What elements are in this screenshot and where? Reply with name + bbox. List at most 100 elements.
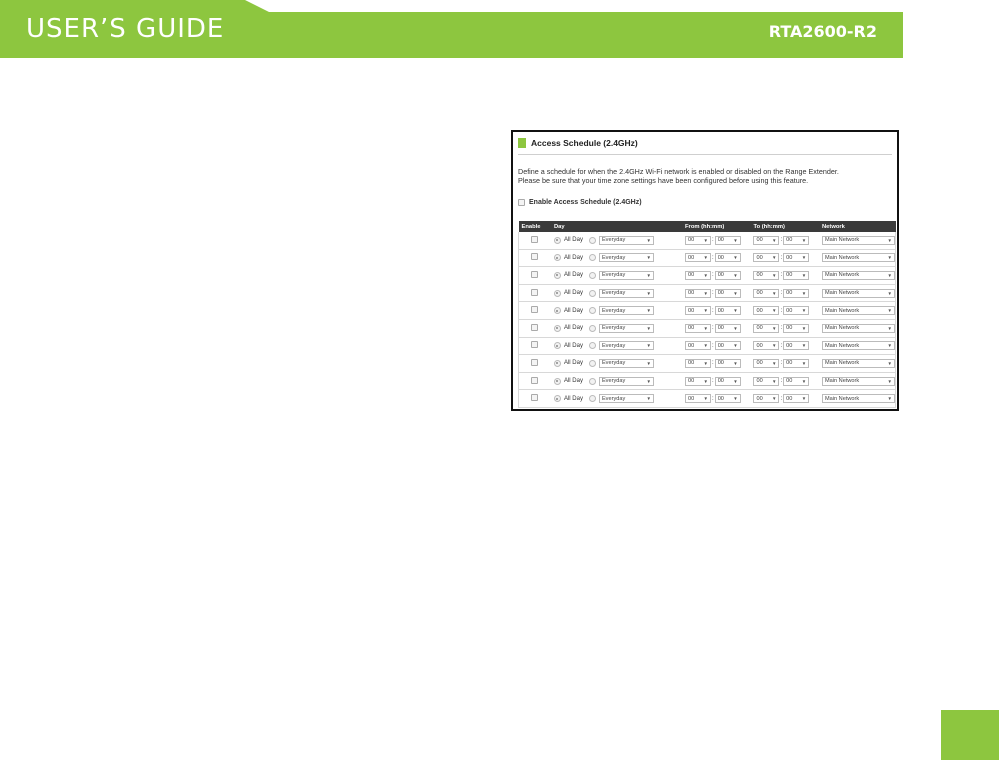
day-radio[interactable] (588, 324, 596, 332)
to-minute-select[interactable]: 00 ▼ (783, 341, 810, 351)
row-enable-checkbox[interactable] (531, 323, 539, 331)
allday-radio[interactable] (553, 307, 561, 315)
from-hour-select[interactable]: 00 ▼ (685, 288, 712, 298)
allday-radio[interactable] (553, 254, 561, 262)
to-minute-select[interactable]: 00 ▼ (783, 394, 810, 404)
allday-radio[interactable] (553, 395, 561, 403)
from-hour-select[interactable]: 00 ▼ (685, 235, 712, 245)
day-radio[interactable] (588, 236, 596, 244)
to-hour-value: 00 (756, 325, 763, 332)
day-select[interactable]: Everyday ▼ (598, 376, 654, 386)
network-select[interactable]: Main Network ▼ (822, 394, 895, 404)
network-select[interactable]: Main Network ▼ (822, 358, 895, 368)
network-select[interactable]: Main Network ▼ (822, 341, 895, 351)
to-minute-select[interactable]: 00 ▼ (783, 288, 810, 298)
from-minute-select[interactable]: 00 ▼ (714, 394, 741, 404)
to-minute-select[interactable]: 00 ▼ (783, 235, 810, 245)
row-enable-checkbox[interactable] (531, 376, 539, 384)
from-minute-select[interactable]: 00 ▼ (714, 358, 741, 368)
network-select[interactable]: Main Network ▼ (822, 376, 895, 386)
enable-schedule-checkbox[interactable] (518, 199, 525, 206)
day-radio[interactable] (588, 307, 596, 315)
to-hour-select[interactable]: 00 ▼ (753, 394, 780, 404)
row-enable-checkbox[interactable] (531, 341, 539, 349)
network-select[interactable]: Main Network ▼ (822, 306, 895, 316)
from-minute-select[interactable]: 00 ▼ (714, 323, 741, 333)
day-radio[interactable] (588, 359, 596, 367)
day-select[interactable]: Everyday ▼ (598, 323, 654, 333)
day-select[interactable]: Everyday ▼ (598, 270, 654, 280)
to-hour-select[interactable]: 00 ▼ (753, 253, 780, 263)
to-minute-value: 00 (786, 325, 793, 332)
to-minute-select[interactable]: 00 ▼ (783, 323, 810, 333)
network-select[interactable]: Main Network ▼ (822, 270, 895, 280)
network-select[interactable]: Main Network ▼ (822, 253, 895, 263)
day-cell: All Day Everyday ▼ (550, 319, 683, 338)
allday-radio[interactable] (553, 359, 561, 367)
allday-radio[interactable] (553, 271, 561, 279)
from-hour-select[interactable]: 00 ▼ (685, 306, 712, 316)
from-minute-select[interactable]: 00 ▼ (714, 253, 741, 263)
from-hour-select[interactable]: 00 ▼ (685, 394, 712, 404)
to-hour-select[interactable]: 00 ▼ (753, 323, 780, 333)
from-hour-select[interactable]: 00 ▼ (685, 341, 712, 351)
from-hour-select[interactable]: 00 ▼ (685, 323, 712, 333)
allday-radio[interactable] (553, 236, 561, 244)
allday-radio[interactable] (553, 377, 561, 385)
day-select[interactable]: Everyday ▼ (598, 288, 654, 298)
to-minute-select[interactable]: 00 ▼ (783, 253, 810, 263)
to-minute-select[interactable]: 00 ▼ (783, 306, 810, 316)
to-hour-select[interactable]: 00 ▼ (753, 341, 780, 351)
day-radio[interactable] (588, 377, 596, 385)
enable-cell (517, 284, 551, 303)
day-select[interactable]: Everyday ▼ (598, 235, 654, 245)
to-hour-select[interactable]: 00 ▼ (753, 235, 780, 245)
day-radio[interactable] (588, 342, 596, 350)
day-select[interactable]: Everyday ▼ (598, 306, 654, 316)
from-minute-select[interactable]: 00 ▼ (714, 341, 741, 351)
from-minute-select[interactable]: 00 ▼ (714, 235, 741, 245)
day-select[interactable]: Everyday ▼ (598, 358, 654, 368)
from-hour-select[interactable]: 00 ▼ (685, 358, 712, 368)
to-hour-select[interactable]: 00 ▼ (753, 288, 780, 298)
day-select[interactable]: Everyday ▼ (598, 394, 654, 404)
from-minute-select[interactable]: 00 ▼ (714, 288, 741, 298)
to-hour-select[interactable]: 00 ▼ (753, 358, 780, 368)
from-hour-select[interactable]: 00 ▼ (685, 253, 712, 263)
allday-radio[interactable] (553, 342, 561, 350)
from-hour-select[interactable]: 00 ▼ (685, 270, 712, 280)
from-hour-select[interactable]: 00 ▼ (685, 376, 712, 386)
row-enable-checkbox[interactable] (531, 235, 539, 243)
network-cell: Main Network ▼ (819, 232, 896, 250)
allday-radio[interactable] (553, 324, 561, 332)
allday-radio[interactable] (553, 289, 561, 297)
network-select[interactable]: Main Network ▼ (822, 323, 895, 333)
to-minute-select[interactable]: 00 ▼ (783, 358, 810, 368)
row-enable-checkbox[interactable] (531, 253, 539, 261)
row-enable-checkbox[interactable] (531, 288, 539, 296)
day-select[interactable]: Everyday ▼ (598, 341, 654, 351)
to-hour-select[interactable]: 00 ▼ (753, 376, 780, 386)
from-minute-select[interactable]: 00 ▼ (714, 306, 741, 316)
day-radio[interactable] (588, 395, 596, 403)
from-minute-select[interactable]: 00 ▼ (714, 376, 741, 386)
day-select[interactable]: Everyday ▼ (598, 253, 654, 263)
day-radio[interactable] (588, 254, 596, 262)
from-minute-select[interactable]: 00 ▼ (714, 270, 741, 280)
day-radio[interactable] (588, 289, 596, 297)
row-enable-checkbox[interactable] (531, 394, 539, 402)
network-select[interactable]: Main Network ▼ (822, 288, 895, 298)
to-hour-select[interactable]: 00 ▼ (753, 306, 780, 316)
row-enable-checkbox[interactable] (531, 306, 539, 314)
row-enable-checkbox[interactable] (531, 358, 539, 366)
chevron-down-icon: ▼ (801, 308, 807, 314)
to-hour-select[interactable]: 00 ▼ (753, 270, 780, 280)
from-cell: 00 ▼:00 ▼ (682, 266, 751, 285)
from-hour-value: 00 (688, 307, 695, 314)
table-row: All Day Everyday ▼ 00 ▼:00 ▼ 00 ▼:00 ▼ Main Netwo… (517, 301, 896, 320)
day-radio[interactable] (588, 271, 596, 279)
to-minute-select[interactable]: 00 ▼ (783, 270, 810, 280)
to-minute-select[interactable]: 00 ▼ (783, 376, 810, 386)
network-select[interactable]: Main Network ▼ (822, 235, 895, 245)
row-enable-checkbox[interactable] (531, 270, 539, 278)
